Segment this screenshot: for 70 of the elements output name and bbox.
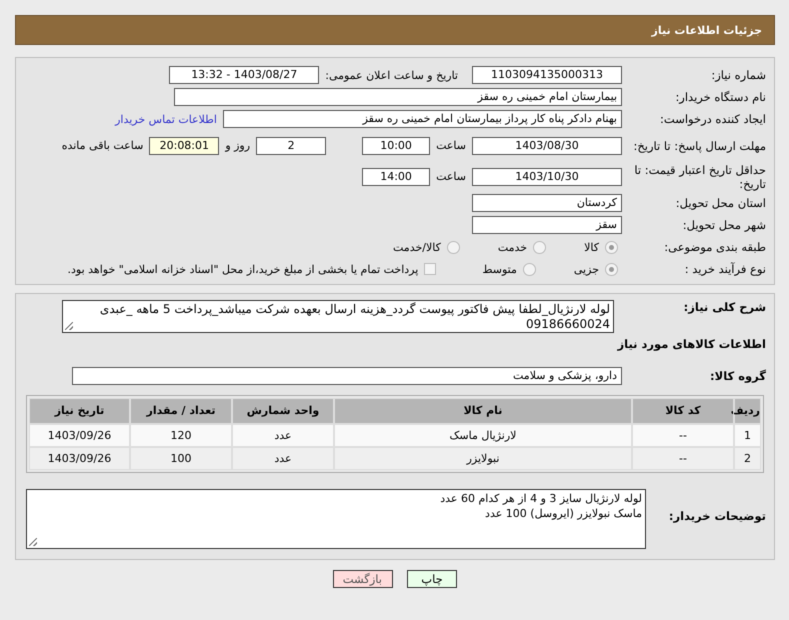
radio-button[interactable] bbox=[605, 240, 618, 254]
radio-label: کالا/خدمت bbox=[393, 240, 441, 254]
checkbox-label: پرداخت تمام یا بخشی از مبلغ خرید،از محل "اسناد خزانه اسلامی" خواهد بود. bbox=[68, 262, 418, 276]
column-header: کد کالا bbox=[632, 398, 734, 424]
time-field: 14:00 bbox=[362, 168, 430, 186]
radio-label: خدمت bbox=[498, 240, 528, 254]
remaining-time-field: 20:08:01 bbox=[149, 136, 220, 154]
field-label: ایجاد کننده درخواست: bbox=[659, 112, 766, 126]
field-label: توضیحات خریدار: bbox=[668, 509, 766, 523]
table-cell: 120 bbox=[130, 424, 232, 447]
radio-label: کالا bbox=[584, 240, 599, 254]
description-box: لوله لارنژیال_لطفا پیش فاکتور پیوست گردد_هزینه ارسال بعهده شرکت میباشد_پرداخت 5 ماهه _عبدی 09186660024 bbox=[62, 300, 614, 333]
field-label: تاریخ و ساعت اعلان عمومی: bbox=[325, 68, 458, 82]
time-label: ساعت bbox=[436, 139, 466, 152]
buyer-contact-link[interactable]: اطلاعات تماس خریدار bbox=[115, 112, 217, 126]
field-label: شرح کلی نیاز: bbox=[682, 300, 766, 314]
field-label: شماره نیاز: bbox=[710, 68, 766, 82]
field-label: نوع فرآیند خرید : bbox=[684, 262, 766, 276]
note-line: ماسک نبولایزر (ایروسل) 100 عدد bbox=[484, 506, 642, 521]
date-field: 1403/08/30 bbox=[472, 136, 622, 154]
checkbox[interactable] bbox=[424, 263, 436, 275]
radio-button[interactable] bbox=[605, 262, 618, 276]
page-title: جزئیات اطلاعات نیاز bbox=[652, 24, 762, 36]
field-label: حداقل تاریخ اعتبار قیمت: تا تاریخ: bbox=[633, 162, 766, 190]
province-field: کردستان bbox=[472, 194, 622, 212]
radio-button[interactable] bbox=[446, 240, 460, 254]
column-header: ردیف bbox=[734, 398, 761, 424]
goods-group-field: دارو، پزشکی و سلامت bbox=[72, 367, 622, 385]
table-cell: -- bbox=[632, 447, 734, 470]
table-cell: عدد bbox=[232, 424, 334, 447]
table-cell: 1 bbox=[734, 424, 761, 447]
section-title: اطلاعات کالاهای مورد نیاز bbox=[618, 337, 766, 351]
table-cell: نبولایزر bbox=[334, 447, 632, 470]
need-number-field: 1103094135000313 bbox=[472, 66, 622, 84]
field-label: مهلت ارسال پاسخ: تا تاریخ: bbox=[632, 138, 766, 152]
radio-label: جزیی bbox=[574, 262, 599, 276]
table-cell: لارنژیال ماسک bbox=[334, 424, 632, 447]
field-label: نام دستگاه خریدار: bbox=[674, 90, 766, 104]
field-label: گروه کالا: bbox=[709, 369, 766, 383]
time-field: 10:00 bbox=[362, 136, 430, 154]
table-cell: 1403/09/26 bbox=[29, 447, 130, 470]
resize-grip-icon bbox=[65, 322, 73, 330]
field-label: شهر محل تحویل: bbox=[682, 218, 766, 232]
city-field: سقز bbox=[472, 216, 622, 234]
announce-date-field: 1403/08/27 - 13:32 bbox=[169, 66, 320, 84]
remaining-label: ساعت باقی مانده bbox=[62, 139, 144, 152]
field-label: طبقه بندی موضوعی: bbox=[663, 240, 766, 254]
requester-field: بهنام دادکر پناه کار پرداز بیمارستان امام خمینی ره سقز bbox=[223, 110, 622, 128]
date-field: 1403/10/30 bbox=[472, 168, 622, 186]
column-header: تاریخ نیاز bbox=[29, 398, 130, 424]
days-label: روز و bbox=[225, 139, 250, 152]
table-cell: 2 bbox=[734, 447, 761, 470]
field-label: استان محل تحویل: bbox=[674, 196, 766, 210]
days-field: 2 bbox=[256, 136, 326, 154]
table-cell: 100 bbox=[130, 447, 232, 470]
time-label: ساعت bbox=[436, 170, 466, 183]
radio-label: متوسط bbox=[482, 262, 517, 276]
radio-button[interactable] bbox=[522, 262, 536, 276]
column-header: تعداد / مقدار bbox=[130, 398, 232, 424]
table-cell: -- bbox=[632, 424, 734, 447]
resize-grip-icon bbox=[29, 538, 37, 546]
note-line: لوله لارنژیال سایز 3 و 4 از هر کدام 60 عدد bbox=[439, 491, 642, 506]
buyer-org-field: بیمارستان امام خمینی ره سقز bbox=[174, 88, 622, 106]
table-cell: عدد bbox=[232, 447, 334, 470]
column-header: واحد شمارش bbox=[232, 398, 334, 424]
print-button[interactable]: چاپ bbox=[407, 570, 457, 588]
table-cell: 1403/09/26 bbox=[29, 424, 130, 447]
column-header: نام کالا bbox=[334, 398, 632, 424]
back-button[interactable]: بازگشت bbox=[333, 570, 393, 588]
radio-button[interactable] bbox=[533, 240, 546, 254]
